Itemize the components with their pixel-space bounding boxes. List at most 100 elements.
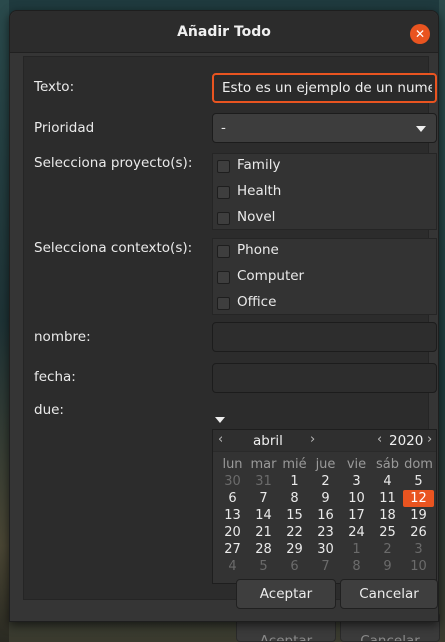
calendar-day[interactable]: 13 xyxy=(217,507,248,524)
dialog-title: Añadir Todo xyxy=(177,24,271,40)
prioridad-select-value: - xyxy=(221,120,226,136)
calendar-day[interactable]: 26 xyxy=(403,524,434,541)
calendar-day[interactable]: 7 xyxy=(248,490,279,507)
accept-button[interactable]: Aceptar xyxy=(236,579,336,609)
dialog-titlebar: Añadir Todo ✕ xyxy=(10,11,438,53)
calendar-day[interactable]: 18 xyxy=(372,507,403,524)
calendar-day[interactable]: 6 xyxy=(279,558,310,575)
add-todo-dialog: Añadir Todo ✕ Texto: Esto es un ejemplo … xyxy=(9,10,439,622)
project-label: Health xyxy=(237,183,282,199)
calendar-day[interactable]: 4 xyxy=(217,558,248,575)
calendar-day[interactable]: 11 xyxy=(372,490,403,507)
checkbox[interactable] xyxy=(217,245,230,258)
prioridad-select[interactable]: - xyxy=(212,113,437,143)
texto-label: Texto: xyxy=(34,79,75,95)
context-item-office[interactable]: Office xyxy=(215,291,435,315)
texto-input[interactable]: Esto es un ejemplo de un numero xyxy=(212,73,437,103)
nombre-input[interactable] xyxy=(212,322,437,352)
calendar-day[interactable]: 1 xyxy=(341,541,372,558)
calendar-year: 2020 xyxy=(389,433,424,449)
calendar-day[interactable]: 22 xyxy=(279,524,310,541)
calendar-day[interactable]: 9 xyxy=(310,490,341,507)
calendar-day[interactable]: 8 xyxy=(341,558,372,575)
checkbox[interactable] xyxy=(217,212,230,225)
expander-arrow-icon[interactable] xyxy=(215,417,225,423)
weekday-header-row: lun mar mié jue vie sáb dom xyxy=(217,456,435,473)
calendar-day[interactable]: 16 xyxy=(310,507,341,524)
calendar-day[interactable]: 10 xyxy=(341,490,372,507)
calendar-day[interactable]: 27 xyxy=(217,541,248,558)
calendar-week-row: 27 28 29 30 1 2 3 xyxy=(217,541,435,558)
calendar-day[interactable]: 8 xyxy=(279,490,310,507)
project-item-family[interactable]: Family xyxy=(215,154,435,178)
calendar-day[interactable]: 2 xyxy=(372,541,403,558)
calendar-day[interactable]: 7 xyxy=(310,558,341,575)
context-item-computer[interactable]: Computer xyxy=(215,265,435,289)
calendar-day[interactable]: 14 xyxy=(248,507,279,524)
fecha-input[interactable] xyxy=(212,363,437,393)
calendar-day[interactable]: 23 xyxy=(310,524,341,541)
calendar-week-row: 13 14 15 16 17 18 19 xyxy=(217,507,435,524)
weekday-label: lun xyxy=(222,457,243,472)
next-year-icon[interactable]: › xyxy=(427,432,432,447)
due-label: due: xyxy=(34,402,64,418)
project-label: Novel xyxy=(237,209,276,225)
cancel-button[interactable]: Cancelar xyxy=(340,579,438,609)
checkbox[interactable] xyxy=(217,271,230,284)
dialog-content: Texto: Esto es un ejemplo de un numero P… xyxy=(23,56,437,600)
calendar-day[interactable]: 4 xyxy=(372,473,403,490)
calendar-day[interactable]: 20 xyxy=(217,524,248,541)
calendar-month: abril xyxy=(253,433,283,449)
due-calendar[interactable]: ‹ abril › ‹ 2020 › lun mar mié jue vie sáb dom… xyxy=(212,429,437,584)
checkbox[interactable] xyxy=(217,186,230,199)
calendar-day[interactable]: 19 xyxy=(403,507,434,524)
weekday-label: sáb xyxy=(376,457,399,472)
context-item-phone[interactable]: Phone xyxy=(215,239,435,263)
weekday-label: vie xyxy=(346,457,367,472)
weekday-label: mié xyxy=(282,457,307,472)
calendar-week-row: 20 21 22 23 24 25 26 xyxy=(217,524,435,541)
project-item-novel[interactable]: Novel xyxy=(215,206,435,230)
prev-year-icon[interactable]: ‹ xyxy=(377,432,382,447)
calendar-day[interactable]: 5 xyxy=(403,473,434,490)
calendar-day[interactable]: 6 xyxy=(217,490,248,507)
next-month-icon[interactable]: › xyxy=(310,432,315,447)
close-icon[interactable]: ✕ xyxy=(410,24,430,44)
calendar-day[interactable]: 3 xyxy=(341,473,372,490)
checkbox[interactable] xyxy=(217,160,230,173)
calendar-day[interactable]: 30 xyxy=(310,541,341,558)
checkbox[interactable] xyxy=(217,297,230,310)
calendar-day[interactable]: 24 xyxy=(341,524,372,541)
context-label: Computer xyxy=(237,268,305,284)
fecha-label: fecha: xyxy=(34,369,76,385)
calendar-week-row: 4 5 6 7 8 9 10 xyxy=(217,558,435,575)
calendar-grid: lun mar mié jue vie sáb dom 30 31 1 2 3 4 5 6 7 8 9 10 11 1… xyxy=(217,456,435,575)
context-label: Phone xyxy=(237,242,279,258)
calendar-day[interactable]: 30 xyxy=(217,473,248,490)
calendar-day[interactable]: 5 xyxy=(248,558,279,575)
context-label: Office xyxy=(237,294,277,310)
weekday-label: jue xyxy=(315,457,336,472)
calendar-day[interactable]: 17 xyxy=(341,507,372,524)
calendar-day[interactable]: 2 xyxy=(310,473,341,490)
prev-month-icon[interactable]: ‹ xyxy=(218,432,223,447)
calendar-week-row: 30 31 1 2 3 4 5 xyxy=(217,473,435,490)
nombre-label: nombre: xyxy=(34,329,91,345)
calendar-day[interactable]: 29 xyxy=(279,541,310,558)
calendar-day-selected[interactable]: 12 xyxy=(403,490,434,507)
desktop-background-right xyxy=(439,0,445,642)
calendar-day[interactable]: 21 xyxy=(248,524,279,541)
calendar-day[interactable]: 10 xyxy=(403,558,434,575)
texto-input-value: Esto es un ejemplo de un numero xyxy=(222,80,432,96)
desktop-background-left xyxy=(0,0,9,642)
calendar-day[interactable]: 1 xyxy=(279,473,310,490)
calendar-day[interactable]: 15 xyxy=(279,507,310,524)
calendar-day[interactable]: 28 xyxy=(248,541,279,558)
calendar-day[interactable]: 25 xyxy=(372,524,403,541)
calendar-day[interactable]: 31 xyxy=(248,473,279,490)
contexto-label: Selecciona contexto(s): xyxy=(34,240,193,256)
calendar-day[interactable]: 3 xyxy=(403,541,434,558)
project-item-health[interactable]: Health xyxy=(215,180,435,204)
context-checklist: Phone Computer Office xyxy=(212,238,437,315)
calendar-day[interactable]: 9 xyxy=(372,558,403,575)
